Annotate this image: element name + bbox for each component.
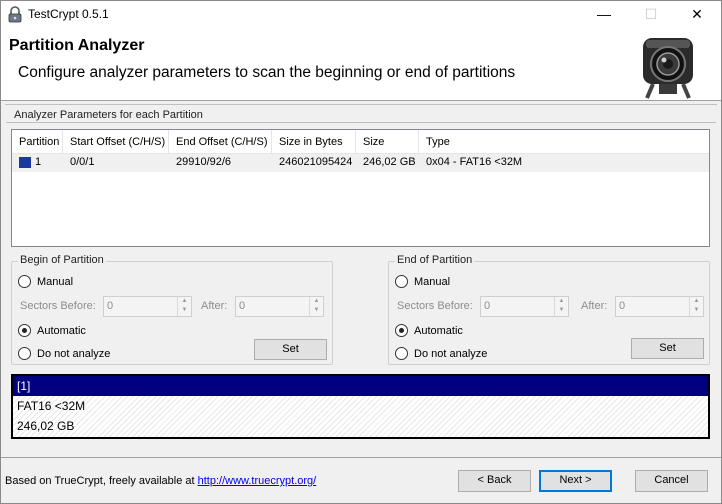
header-separator — [5, 104, 717, 105]
cell-end-offset: 29910/92/6 — [176, 156, 232, 168]
end-set-button[interactable]: Set — [631, 338, 704, 359]
begin-sectors-before-value: 0 — [107, 300, 114, 312]
end-of-partition-group: End of Partition Manual Sectors Before: … — [388, 254, 710, 365]
radio-indicator — [395, 347, 408, 360]
back-button[interactable]: < Back — [458, 470, 531, 492]
begin-after-label: After: — [201, 300, 228, 312]
close-button[interactable]: ✕ — [674, 1, 720, 30]
wizard-header: Partition Analyzer Configure analyzer pa… — [1, 30, 721, 101]
end-after-stepper[interactable]: 0 ▲ ▼ — [615, 296, 704, 317]
begin-automatic-label: Automatic — [37, 324, 86, 337]
end-do-not-analyze-radio[interactable]: Do not analyze — [395, 347, 487, 360]
partition-list-header: Partition Start Offset (C/H/S) End Offse… — [12, 130, 709, 154]
begin-manual-radio[interactable]: Manual — [18, 275, 73, 288]
begin-automatic-radio[interactable]: Automatic — [18, 324, 86, 337]
spin-arrows-icon[interactable]: ▲ ▼ — [689, 297, 703, 316]
spin-arrows-icon[interactable]: ▲ ▼ — [177, 297, 191, 316]
footer-credit: Based on TrueCrypt, freely available at … — [5, 475, 316, 487]
column-header-partition[interactable]: Partition — [12, 130, 63, 154]
maximize-button[interactable]: ☐ — [628, 1, 674, 30]
window-title: TestCrypt 0.5.1 — [28, 7, 109, 21]
end-do-not-analyze-label: Do not analyze — [414, 347, 488, 360]
radio-indicator — [395, 275, 408, 288]
list-item[interactable]: 246,02 GB — [13, 416, 708, 436]
begin-sectors-before-stepper[interactable]: 0 ▲ ▼ — [103, 296, 192, 317]
cell-start-offset: 0/0/1 — [70, 156, 95, 168]
page-subtitle: Configure analyzer parameters to scan th… — [18, 64, 516, 81]
radio-indicator-selected — [395, 324, 408, 337]
column-header-size[interactable]: Size — [356, 130, 419, 154]
table-row[interactable]: 1 0/0/1 29910/92/6 246021095424 246,02 G… — [12, 154, 709, 172]
column-header-size-bytes[interactable]: Size in Bytes — [272, 130, 356, 154]
end-manual-label: Manual — [414, 275, 451, 288]
footer-credit-text: Based on TrueCrypt, freely available at — [5, 475, 198, 487]
footer-separator — [1, 457, 721, 458]
padlock-icon — [8, 6, 22, 23]
end-automatic-label: Automatic — [414, 324, 463, 337]
cell-size-bytes: 246021095424 — [279, 156, 353, 168]
cell-size: 246,02 GB — [363, 156, 416, 168]
end-sectors-before-stepper[interactable]: 0 ▲ ▼ — [480, 296, 569, 317]
partition-list[interactable]: Partition Start Offset (C/H/S) End Offse… — [11, 129, 710, 247]
group-separator — [6, 122, 716, 123]
end-group-label: End of Partition — [395, 254, 475, 266]
list-item[interactable]: [1] — [13, 376, 708, 396]
begin-do-not-analyze-radio[interactable]: Do not analyze — [18, 347, 110, 360]
begin-do-not-analyze-label: Do not analyze — [37, 347, 111, 360]
page-title: Partition Analyzer — [9, 37, 145, 54]
begin-of-partition-group: Begin of Partition Manual Sectors Before… — [11, 254, 333, 365]
begin-sectors-before-label: Sectors Before: — [20, 300, 96, 312]
end-after-value: 0 — [619, 300, 626, 312]
end-automatic-radio[interactable]: Automatic — [395, 324, 463, 337]
radio-indicator — [18, 347, 31, 360]
spin-arrows-icon[interactable]: ▲ ▼ — [309, 297, 323, 316]
truecrypt-link[interactable]: http://www.truecrypt.org/ — [198, 475, 317, 487]
camera-logo-icon — [643, 38, 693, 99]
cancel-button[interactable]: Cancel — [635, 470, 708, 492]
column-header-start-offset[interactable]: Start Offset (C/H/S) — [63, 130, 169, 154]
end-sectors-before-value: 0 — [484, 300, 491, 312]
minimize-button[interactable]: — — [581, 1, 627, 30]
spin-arrows-icon[interactable]: ▲ ▼ — [554, 297, 568, 316]
begin-group-label: Begin of Partition — [18, 254, 106, 266]
testcrypt-window: TestCrypt 0.5.1 — ☐ ✕ Partition Analyzer… — [0, 0, 722, 504]
cell-type: 0x04 - FAT16 <32M — [426, 156, 523, 168]
begin-manual-label: Manual — [37, 275, 74, 288]
begin-set-button[interactable]: Set — [254, 339, 327, 360]
next-button[interactable]: Next > — [539, 470, 612, 492]
end-sectors-before-label: Sectors Before: — [397, 300, 473, 312]
column-header-end-offset[interactable]: End Offset (C/H/S) — [169, 130, 272, 154]
end-manual-radio[interactable]: Manual — [395, 275, 450, 288]
begin-after-value: 0 — [239, 300, 246, 312]
column-header-type[interactable]: Type — [419, 130, 709, 154]
list-item[interactable]: FAT16 <32M — [13, 396, 708, 416]
radio-indicator-selected — [18, 324, 31, 337]
cell-partition: 1 — [35, 156, 42, 168]
analyzer-parameters-label: Analyzer Parameters for each Partition — [14, 109, 203, 121]
begin-after-stepper[interactable]: 0 ▲ ▼ — [235, 296, 324, 317]
partition-info-list[interactable]: [1] FAT16 <32M 246,02 GB — [11, 374, 710, 439]
radio-indicator — [18, 275, 31, 288]
title-bar[interactable]: TestCrypt 0.5.1 — ☐ ✕ — [1, 1, 721, 30]
end-after-label: After: — [581, 300, 608, 312]
